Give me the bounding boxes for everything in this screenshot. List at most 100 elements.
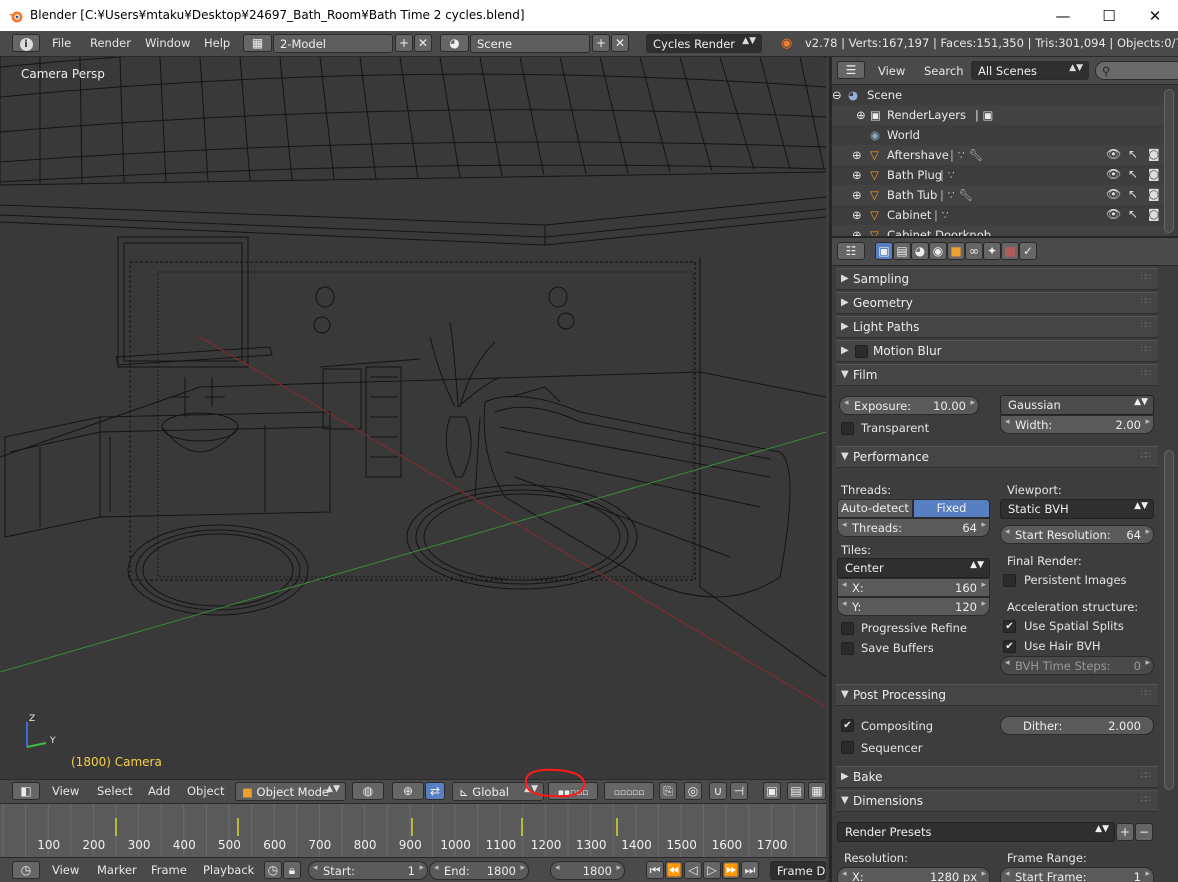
add-scene-button[interactable]: +: [592, 34, 610, 52]
outliner-row-renderlayers[interactable]: ⊕ ▣ RenderLayers | ▣: [832, 105, 1168, 125]
editor-type-3dview-button[interactable]: ◧: [12, 782, 40, 800]
panel-sampling[interactable]: ▶ Sampling ∷∷: [836, 268, 1158, 290]
render-animation-button[interactable]: ▤: [787, 782, 805, 800]
render-engine-dropdown[interactable]: Cycles Render ▲▼: [646, 34, 762, 53]
tile-x-field[interactable]: ◂ X: 160 ▸: [837, 578, 990, 597]
scene-browse-button[interactable]: ◕: [440, 34, 469, 52]
frame-start-field[interactable]: ◂ Start: 1 ▸: [308, 861, 428, 880]
3d-viewport[interactable]: Camera Persp Z Y (1800) Camera: [0, 57, 826, 779]
drag-grip-icon[interactable]: ∷∷: [1141, 689, 1152, 699]
drag-grip-icon[interactable]: ∷∷: [1141, 451, 1152, 461]
add-layout-button[interactable]: +: [395, 34, 413, 52]
visibility-eye-icon[interactable]: 👁︎: [1106, 207, 1121, 221]
drag-grip-icon[interactable]: ∷∷: [1141, 771, 1152, 781]
render-presets-dropdown[interactable]: Render Presets ▲▼: [837, 822, 1115, 842]
dither-field[interactable]: Dither: 2.000: [1000, 716, 1154, 735]
tile-y-field[interactable]: ◂ Y: 120 ▸: [837, 597, 990, 616]
filter-width-field[interactable]: ◂ Width: 2.00 ▸: [1000, 415, 1154, 434]
interaction-mode-dropdown[interactable]: ■ Object Mode ▲▼: [235, 782, 346, 801]
delete-layout-button[interactable]: ✕: [414, 34, 432, 52]
visibility-eye-icon[interactable]: 👁︎: [1106, 187, 1121, 201]
selectable-cursor-icon[interactable]: ↖: [1128, 147, 1138, 161]
properties-scrollbar[interactable]: [1164, 450, 1174, 790]
outliner-row-cabinet-doorknob[interactable]: ⊕ ▽ Cabinet Doorknob: [832, 225, 1168, 236]
layer-buttons-group-2[interactable]: ▫▫▫▫▫: [604, 782, 654, 800]
menu-file[interactable]: File: [52, 36, 71, 50]
selectable-cursor-icon[interactable]: ↖: [1128, 187, 1138, 201]
outliner-search-input[interactable]: ⚲: [1095, 61, 1178, 80]
editor-type-info-button[interactable]: i: [12, 34, 40, 52]
play-button[interactable]: ▷: [703, 861, 721, 879]
render-camera-icon[interactable]: ◙: [1148, 207, 1160, 221]
timeline-menu-frame[interactable]: Frame: [151, 863, 187, 877]
threads-fixed-toggle[interactable]: Fixed: [913, 499, 990, 518]
timeline-menu-marker[interactable]: Marker: [97, 863, 137, 877]
render-camera-icon[interactable]: ◙: [1148, 147, 1160, 161]
outliner-row-bath-tub[interactable]: ⊕ ▽ Bath Tub | ∵ 🔧︎ 👁︎ ↖ ◙: [832, 185, 1168, 205]
prev-keyframe-button[interactable]: ⏪: [665, 861, 683, 879]
drag-grip-icon[interactable]: ∷∷: [1141, 321, 1152, 331]
pivot-point-button[interactable]: ⊕: [392, 782, 424, 800]
motion-blur-checkbox[interactable]: [855, 345, 868, 358]
panel-bake[interactable]: ▶ Bake ∷∷: [836, 766, 1158, 788]
tab-texture[interactable]: ▩: [1001, 242, 1019, 260]
progressive-refine-checkbox[interactable]: [841, 622, 854, 635]
tab-physics[interactable]: ✓: [1019, 242, 1037, 260]
screen-layout-browse-button[interactable]: ▦: [243, 34, 272, 52]
outliner-menu-view[interactable]: View: [878, 64, 905, 78]
delete-scene-button[interactable]: ✕: [611, 34, 629, 52]
proportional-edit-button[interactable]: ◎: [684, 782, 702, 800]
tab-world[interactable]: ◉: [929, 242, 947, 260]
tile-order-dropdown[interactable]: Center ▲▼: [837, 558, 990, 578]
outliner-row-world[interactable]: ◉ World: [832, 125, 1168, 145]
outliner-scrollbar[interactable]: [1164, 89, 1174, 233]
tab-scene[interactable]: ◕: [911, 242, 929, 260]
menu-object[interactable]: Object: [187, 784, 224, 798]
snap-element-button[interactable]: ⊣: [730, 782, 748, 800]
viewport-bvh-dropdown[interactable]: Static BVH ▲▼: [1000, 499, 1154, 519]
add-preset-button[interactable]: +: [1116, 823, 1134, 841]
panel-dimensions[interactable]: ▼ Dimensions ∷∷: [836, 790, 1158, 812]
editor-type-outliner-button[interactable]: ☰: [837, 61, 865, 79]
menu-window[interactable]: Window: [145, 36, 190, 50]
tab-render[interactable]: ▣: [875, 242, 893, 260]
sequencer-checkbox[interactable]: [841, 741, 854, 754]
viewport-shading-button[interactable]: ◍: [352, 782, 384, 800]
tab-constraints[interactable]: ∞: [965, 242, 983, 260]
outliner-editor[interactable]: ☰ View Search All Scenes ▲▼ ⚲ ⊖ ◕ Scene …: [829, 57, 1178, 236]
lock-frame-button[interactable]: 🔒︎: [283, 861, 301, 879]
jump-end-button[interactable]: ⏭: [741, 861, 759, 879]
lock-layers-button[interactable]: ⎘: [659, 782, 677, 800]
menu-select[interactable]: Select: [97, 784, 132, 798]
snap-toggle[interactable]: ∪: [709, 782, 727, 800]
sync-mode-dropdown[interactable]: Frame Dr: [770, 861, 826, 880]
maximize-button[interactable]: ☐: [1086, 0, 1132, 31]
drag-grip-icon[interactable]: ∷∷: [1141, 273, 1152, 283]
bvh-time-steps-field[interactable]: ◂ BVH Time Steps: 0 ▸: [1000, 656, 1154, 675]
outliner-row-scene[interactable]: ⊖ ◕ Scene: [832, 85, 1168, 105]
panel-film[interactable]: ▼ Film ∷∷: [836, 364, 1158, 386]
start-frame-field[interactable]: ◂ Start Frame: 1 ▸: [1000, 867, 1154, 882]
panel-post-processing[interactable]: ▼ Post Processing ∷∷: [836, 684, 1158, 706]
scene-field[interactable]: Scene: [470, 34, 590, 53]
drag-grip-icon[interactable]: ∷∷: [1141, 297, 1152, 307]
compositing-checkbox[interactable]: ✔: [841, 719, 854, 732]
drag-grip-icon[interactable]: ∷∷: [1141, 369, 1152, 379]
panel-light-paths[interactable]: ▶ Light Paths ∷∷: [836, 316, 1158, 338]
selectable-cursor-icon[interactable]: ↖: [1128, 207, 1138, 221]
panel-geometry[interactable]: ▶ Geometry ∷∷: [836, 292, 1158, 314]
outliner-row-bath-plug[interactable]: ⊕ ▽ Bath Plug | ∵ 👁︎ ↖ ◙: [832, 165, 1168, 185]
render-opengl-button[interactable]: ▣: [763, 782, 781, 800]
minimize-button[interactable]: —: [1040, 0, 1086, 31]
selectable-cursor-icon[interactable]: ↖: [1128, 167, 1138, 181]
jump-start-button[interactable]: ⏮: [646, 861, 664, 879]
close-button[interactable]: ✕: [1132, 0, 1178, 31]
use-preview-range-button[interactable]: ◷: [264, 861, 282, 879]
editor-type-properties-button[interactable]: ☷: [837, 242, 865, 260]
threads-auto-detect-toggle[interactable]: Auto-detect: [837, 499, 913, 518]
threads-count-field[interactable]: ◂ Threads: 64 ▸: [837, 518, 990, 537]
menu-view[interactable]: View: [52, 784, 79, 798]
use-spatial-splits-checkbox[interactable]: ✔: [1003, 620, 1016, 633]
panel-performance[interactable]: ▼ Performance ∷∷: [836, 446, 1158, 468]
menu-render[interactable]: Render: [90, 36, 131, 50]
